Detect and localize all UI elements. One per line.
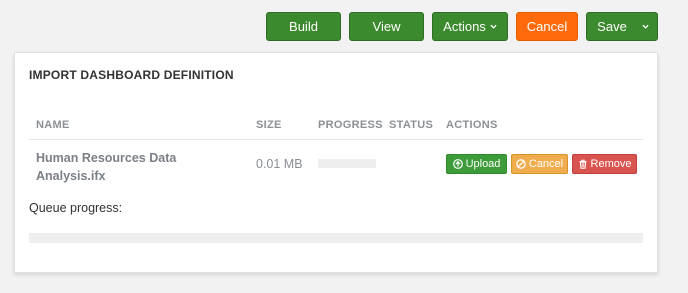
view-button-label: View	[372, 19, 401, 34]
save-button[interactable]: Save	[587, 19, 633, 34]
cancel-button-label: Cancel	[526, 19, 568, 34]
file-progress-bar	[318, 159, 376, 168]
column-header-name: NAME	[36, 119, 70, 131]
column-header-status: STATUS	[389, 119, 434, 131]
save-options-toggle[interactable]	[633, 13, 657, 40]
queue-progress-bar	[29, 233, 643, 243]
toolbar: Build View Actions Cancel Save	[266, 12, 658, 41]
build-button[interactable]: Build	[266, 12, 341, 41]
import-panel: IMPORT DASHBOARD DEFINITION NAME SIZE PR…	[14, 52, 658, 273]
cancel-upload-button-label: Cancel	[528, 158, 564, 170]
actions-button-label: Actions	[443, 19, 486, 34]
chevron-down-icon	[490, 23, 497, 30]
file-size: 0.01 MB	[256, 157, 303, 171]
circle-arrow-up-icon	[452, 159, 463, 169]
trash-icon	[578, 159, 588, 169]
remove-button-label: Remove	[590, 158, 632, 170]
upload-button[interactable]: Upload	[446, 154, 507, 174]
remove-button[interactable]: Remove	[572, 154, 637, 174]
header-divider	[29, 139, 643, 140]
build-button-label: Build	[289, 19, 318, 34]
view-button[interactable]: View	[349, 12, 424, 41]
ban-icon	[516, 159, 526, 169]
queue-progress-label: Queue progress:	[29, 201, 123, 215]
column-header-actions: ACTIONS	[446, 119, 498, 131]
file-name: Human Resources Data Analysis.ifx	[36, 151, 177, 183]
panel-title: IMPORT DASHBOARD DEFINITION	[29, 68, 234, 82]
cancel-button[interactable]: Cancel	[516, 12, 578, 41]
save-split-button: Save	[586, 12, 658, 41]
cancel-upload-button[interactable]: Cancel	[511, 154, 568, 174]
chevron-down-icon	[641, 23, 649, 30]
upload-button-label: Upload	[465, 158, 501, 170]
actions-dropdown-button[interactable]: Actions	[432, 12, 508, 41]
column-header-progress: PROGRESS	[318, 119, 383, 131]
column-header-size: SIZE	[256, 119, 282, 131]
